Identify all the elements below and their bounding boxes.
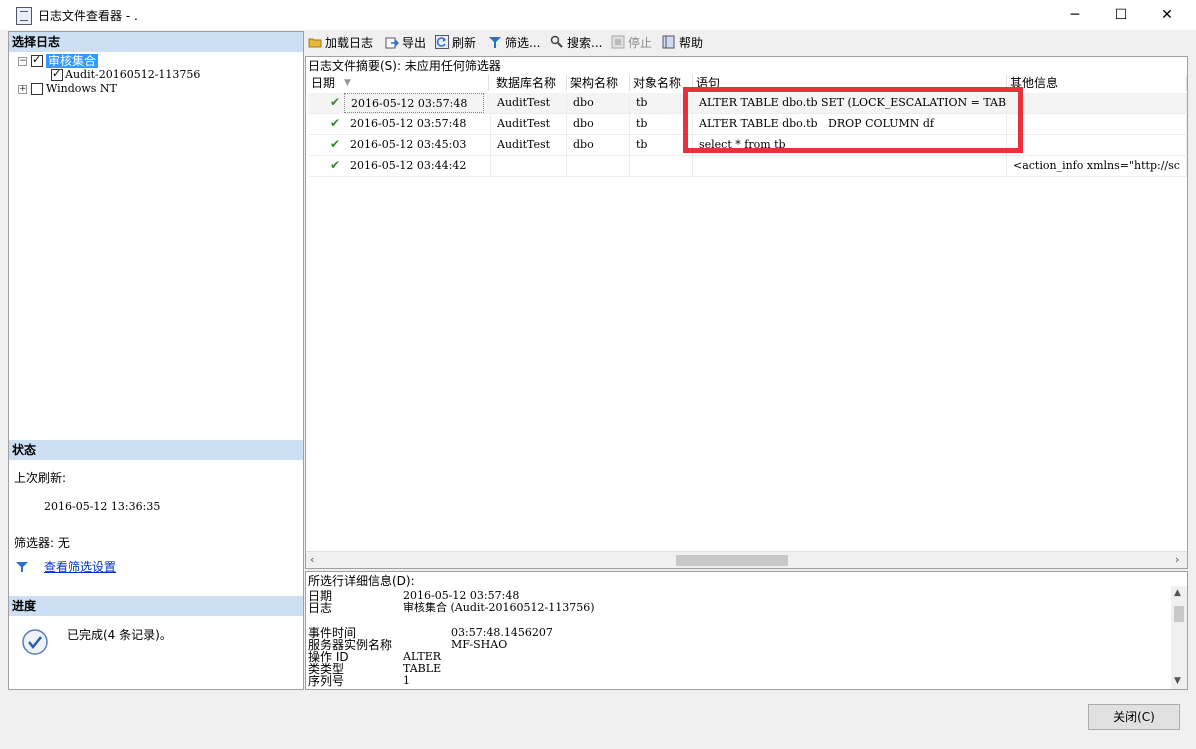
view-filter-settings-link[interactable]: 查看筛选设置 xyxy=(44,558,116,575)
completed-check-icon xyxy=(22,629,48,655)
column-header-database[interactable]: 数据库名称 xyxy=(493,75,567,91)
help-button[interactable]: 帮助 xyxy=(662,35,703,51)
vertical-scrollbar[interactable]: ▲ ▼ xyxy=(1171,586,1187,689)
last-refresh-value: 2016-05-12 13:36:35 xyxy=(44,500,161,513)
filter-status: 筛选器: 无 xyxy=(14,536,70,550)
tree-item-label: 审核集合 xyxy=(46,54,99,68)
progress-text: 已完成(4 条记录)。 xyxy=(67,628,172,642)
sort-arrow-icon: ▼ xyxy=(344,78,351,88)
toolbar: 加载日志 导出 刷新 筛选... 搜索... 停止 帮助 xyxy=(305,31,1191,55)
search-icon xyxy=(550,35,563,48)
scroll-down-icon[interactable]: ▼ xyxy=(1174,676,1181,686)
collapse-icon[interactable]: − xyxy=(18,57,27,66)
success-check-icon: ✔ xyxy=(330,137,341,151)
export-button[interactable]: 导出 xyxy=(385,35,426,51)
help-book-icon xyxy=(662,35,675,49)
column-header-date[interactable]: 日期 ▼ xyxy=(308,75,489,91)
refresh-button[interactable]: 刷新 xyxy=(435,35,476,51)
tree-checkbox-audit-collection[interactable] xyxy=(31,53,43,67)
success-check-icon: ✔ xyxy=(330,116,341,130)
scrollbar-thumb[interactable] xyxy=(1174,606,1184,622)
details-title: 所选行详细信息(D): xyxy=(308,574,415,588)
window-close-button[interactable]: ✕ xyxy=(1144,0,1190,30)
table-row[interactable]: ✔ 2016-05-12 03:44:42 <action_info xmlns… xyxy=(308,156,1187,177)
tree-item-audit-collection[interactable]: 审核集合 xyxy=(46,54,99,68)
detail-value: MF-SHAO xyxy=(451,638,508,651)
expand-icon[interactable]: + xyxy=(18,85,27,94)
scroll-up-icon[interactable]: ▲ xyxy=(1174,588,1181,598)
filter-button[interactable]: 筛选... xyxy=(488,35,540,51)
success-check-icon: ✔ xyxy=(330,158,341,172)
progress-header: 进度 xyxy=(9,596,303,616)
app-icon xyxy=(16,7,32,25)
status-header: 状态 xyxy=(9,440,303,460)
search-button[interactable]: 搜索... xyxy=(550,35,602,51)
folder-icon xyxy=(308,38,322,48)
title-bar: 日志文件查看器 - . ─ ☐ ✕ xyxy=(0,0,1196,30)
horizontal-scrollbar[interactable]: ‹ › xyxy=(306,551,1187,568)
minimize-button[interactable]: ─ xyxy=(1052,0,1098,30)
select-log-header: 选择日志 xyxy=(9,32,303,52)
scroll-right-icon[interactable]: › xyxy=(1175,553,1179,566)
grid-summary: 日志文件摘要(S): 未应用任何筛选器 xyxy=(308,59,501,73)
left-pane: 选择日志 − 审核集合 Audit-20160512-113756 + Wind… xyxy=(8,31,304,690)
column-header-other-info[interactable]: 其他信息 xyxy=(1007,75,1187,91)
tree-item-audit-file[interactable]: Audit-20160512-113756 xyxy=(65,68,200,82)
maximize-button[interactable]: ☐ xyxy=(1098,0,1144,30)
close-button[interactable]: 关闭(C) xyxy=(1088,704,1180,730)
detail-value: 1 xyxy=(403,674,410,687)
detail-label: 序列号 xyxy=(308,674,345,688)
scroll-left-icon[interactable]: ‹ xyxy=(310,553,314,566)
tree-checkbox-audit-file[interactable] xyxy=(51,67,63,81)
filter-icon xyxy=(489,37,501,48)
detail-label: 日志 xyxy=(308,601,333,615)
annotation-highlight-box xyxy=(683,87,1023,153)
filter-icon xyxy=(16,562,28,572)
stop-button[interactable]: 停止 xyxy=(611,35,652,51)
column-header-schema[interactable]: 架构名称 xyxy=(567,75,630,91)
stop-icon xyxy=(611,35,625,49)
detail-value: 审核集合 (Audit-20160512-113756) xyxy=(403,601,595,614)
last-refresh-label: 上次刷新: xyxy=(14,471,67,485)
window-title: 日志文件查看器 - . xyxy=(38,9,138,23)
export-icon xyxy=(385,37,399,49)
load-log-button[interactable]: 加载日志 xyxy=(308,35,373,51)
scrollbar-thumb[interactable] xyxy=(676,555,788,566)
refresh-icon xyxy=(435,35,449,49)
tree-item-windows-nt[interactable]: Windows NT xyxy=(46,82,117,96)
success-check-icon: ✔ xyxy=(330,95,341,109)
details-pane: 所选行详细信息(D): 日期 2016-05-12 03:57:48 日志 审核… xyxy=(305,571,1188,690)
tree-checkbox-windows-nt[interactable] xyxy=(31,83,43,95)
